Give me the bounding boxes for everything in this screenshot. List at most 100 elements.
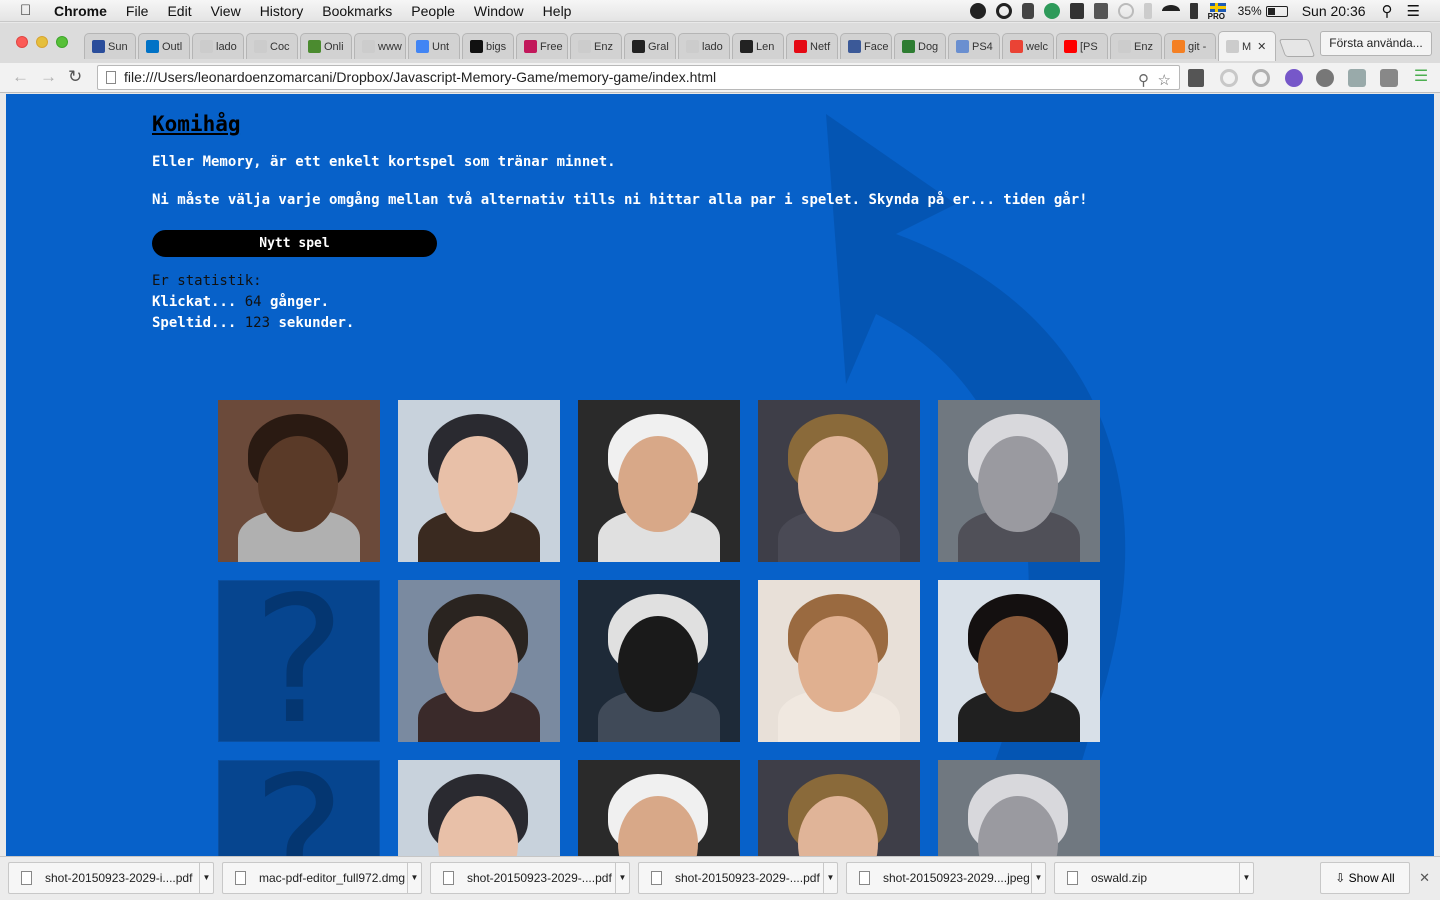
new-tab-button[interactable] bbox=[1278, 39, 1316, 57]
profile-button[interactable]: Första använda... bbox=[1320, 31, 1432, 56]
tab-3[interactable]: Coc bbox=[246, 33, 298, 59]
tab-2[interactable]: lado bbox=[192, 33, 244, 59]
minimize-window-button[interactable] bbox=[36, 36, 48, 48]
tab-favicon-icon bbox=[524, 40, 537, 53]
download-menu-chevron-icon[interactable]: ▼ bbox=[823, 863, 837, 893]
memory-card-photo[interactable] bbox=[578, 580, 740, 742]
tab-19[interactable]: Enz bbox=[1110, 33, 1162, 59]
tab-13[interactable]: Netf bbox=[786, 33, 838, 59]
tab-14[interactable]: Face bbox=[840, 33, 892, 59]
lock-icon[interactable] bbox=[1021, 3, 1034, 19]
download-item[interactable]: shot-20150923-2029-i....pdf ▼ bbox=[8, 862, 214, 894]
memory-card-photo[interactable] bbox=[398, 580, 560, 742]
download-item[interactable]: shot-20150923-2029-....pdf ▼ bbox=[638, 862, 838, 894]
menu-view[interactable]: View bbox=[211, 3, 241, 19]
extension-icon-1[interactable] bbox=[1220, 69, 1238, 87]
memory-card-photo[interactable] bbox=[398, 760, 560, 856]
notification-center-icon[interactable]: ☰ bbox=[1407, 2, 1420, 20]
time-label: Speltid... bbox=[152, 315, 237, 331]
sync-icon[interactable] bbox=[995, 3, 1012, 19]
menu-app-name[interactable]: Chrome bbox=[54, 3, 107, 19]
download-menu-chevron-icon[interactable]: ▼ bbox=[407, 863, 421, 893]
memory-card-photo[interactable] bbox=[578, 760, 740, 856]
tab-6[interactable]: Unt bbox=[408, 33, 460, 59]
memory-card-photo[interactable] bbox=[758, 760, 920, 856]
memory-card-photo[interactable] bbox=[938, 400, 1100, 562]
download-menu-chevron-icon[interactable]: ▼ bbox=[1239, 863, 1253, 893]
extension-icon-4[interactable] bbox=[1316, 69, 1334, 87]
memory-card-photo[interactable] bbox=[758, 580, 920, 742]
menubar-clock[interactable]: Sun 20:36 bbox=[1302, 3, 1366, 19]
apple-menu-icon[interactable]:  bbox=[20, 2, 40, 19]
address-bar[interactable]: file:///Users/leonardoenzomarcani/Dropbo… bbox=[97, 65, 1180, 90]
puzzle-extension-icon[interactable] bbox=[1380, 69, 1398, 87]
tab-0[interactable]: Sun bbox=[84, 33, 136, 59]
app-status-icon[interactable] bbox=[1043, 3, 1060, 19]
extension-check-icon[interactable] bbox=[1348, 69, 1366, 87]
tab-11[interactable]: lado bbox=[678, 33, 730, 59]
time-machine-icon[interactable] bbox=[1117, 3, 1134, 19]
battery-icon[interactable] bbox=[1265, 5, 1288, 17]
wifi-icon[interactable] bbox=[1161, 5, 1180, 17]
bluetooth-icon[interactable] bbox=[1143, 3, 1152, 19]
new-game-button[interactable]: Nytt spel bbox=[152, 230, 437, 257]
volume-icon[interactable] bbox=[1189, 3, 1198, 19]
extension-icon-2[interactable] bbox=[1252, 69, 1270, 87]
zoom-window-button[interactable] bbox=[56, 36, 68, 48]
zoom-search-icon[interactable]: ⚲ bbox=[1138, 69, 1149, 92]
tab-10[interactable]: Gral bbox=[624, 33, 676, 59]
tab-18[interactable]: [PS bbox=[1056, 33, 1108, 59]
download-menu-chevron-icon[interactable]: ▼ bbox=[1031, 863, 1045, 893]
download-item[interactable]: shot-20150923-2029-....pdf ▼ bbox=[430, 862, 630, 894]
close-tab-icon[interactable]: ✕ bbox=[1257, 40, 1266, 53]
menu-help[interactable]: Help bbox=[543, 3, 572, 19]
memory-card-photo[interactable] bbox=[938, 580, 1100, 742]
dropbox-icon[interactable] bbox=[1093, 3, 1108, 19]
memory-card-hidden[interactable]: ? bbox=[218, 580, 380, 742]
menu-file[interactable]: File bbox=[126, 3, 149, 19]
tab-12[interactable]: Len bbox=[732, 33, 784, 59]
chrome-menu-icon[interactable]: ☰ bbox=[1412, 69, 1430, 87]
tab-16[interactable]: PS4 bbox=[948, 33, 1000, 59]
memory-card-photo[interactable] bbox=[758, 400, 920, 562]
tab-21[interactable]: M ✕ bbox=[1218, 31, 1276, 61]
menu-window[interactable]: Window bbox=[474, 3, 524, 19]
tab-17[interactable]: welc bbox=[1002, 33, 1054, 59]
input-source-icon[interactable]: PRO bbox=[1208, 1, 1228, 21]
tab-9[interactable]: Enz bbox=[570, 33, 622, 59]
tab-15[interactable]: Dog bbox=[894, 33, 946, 59]
menu-edit[interactable]: Edit bbox=[167, 3, 191, 19]
reload-icon[interactable]: ↻ bbox=[68, 67, 82, 87]
download-item[interactable]: shot-20150923-2029....jpeg ▼ bbox=[846, 862, 1046, 894]
tab-1[interactable]: Outl bbox=[138, 33, 190, 59]
tab-5[interactable]: www bbox=[354, 33, 406, 59]
tab-7[interactable]: bigs bbox=[462, 33, 514, 59]
bookmark-star-icon[interactable]: ☆ bbox=[1158, 69, 1171, 92]
page-icon bbox=[106, 71, 116, 84]
tab-20[interactable]: git - bbox=[1164, 33, 1216, 59]
memory-card-photo[interactable] bbox=[578, 400, 740, 562]
close-window-button[interactable] bbox=[16, 36, 28, 48]
skype-icon[interactable] bbox=[969, 3, 986, 19]
spotlight-search-icon[interactable]: ⚲ bbox=[1382, 2, 1393, 20]
memory-card-photo[interactable] bbox=[938, 760, 1100, 856]
tab-8[interactable]: Free bbox=[516, 33, 568, 59]
back-arrow-icon[interactable]: ← bbox=[12, 67, 29, 87]
download-menu-chevron-icon[interactable]: ▼ bbox=[615, 863, 629, 893]
show-all-downloads-button[interactable]: ⇩ Show All bbox=[1320, 862, 1410, 894]
memory-card-photo[interactable] bbox=[218, 400, 380, 562]
menu-people[interactable]: People bbox=[411, 3, 455, 19]
forward-arrow-icon[interactable]: → bbox=[40, 67, 57, 87]
menu-history[interactable]: History bbox=[260, 3, 304, 19]
tab-4[interactable]: Onli bbox=[300, 33, 352, 59]
download-item[interactable]: mac-pdf-editor_full972.dmg ▼ bbox=[222, 862, 422, 894]
download-item[interactable]: oswald.zip ▼ bbox=[1054, 862, 1254, 894]
close-download-shelf-icon[interactable]: ✕ bbox=[1419, 870, 1430, 886]
tools-icon[interactable] bbox=[1069, 3, 1084, 19]
cast-extension-icon[interactable] bbox=[1188, 69, 1204, 87]
memory-card-photo[interactable] bbox=[398, 400, 560, 562]
memory-card-hidden[interactable]: ? bbox=[218, 760, 380, 856]
download-menu-chevron-icon[interactable]: ▼ bbox=[199, 863, 213, 893]
extension-icon-3[interactable] bbox=[1285, 69, 1303, 87]
menu-bookmarks[interactable]: Bookmarks bbox=[322, 3, 392, 19]
